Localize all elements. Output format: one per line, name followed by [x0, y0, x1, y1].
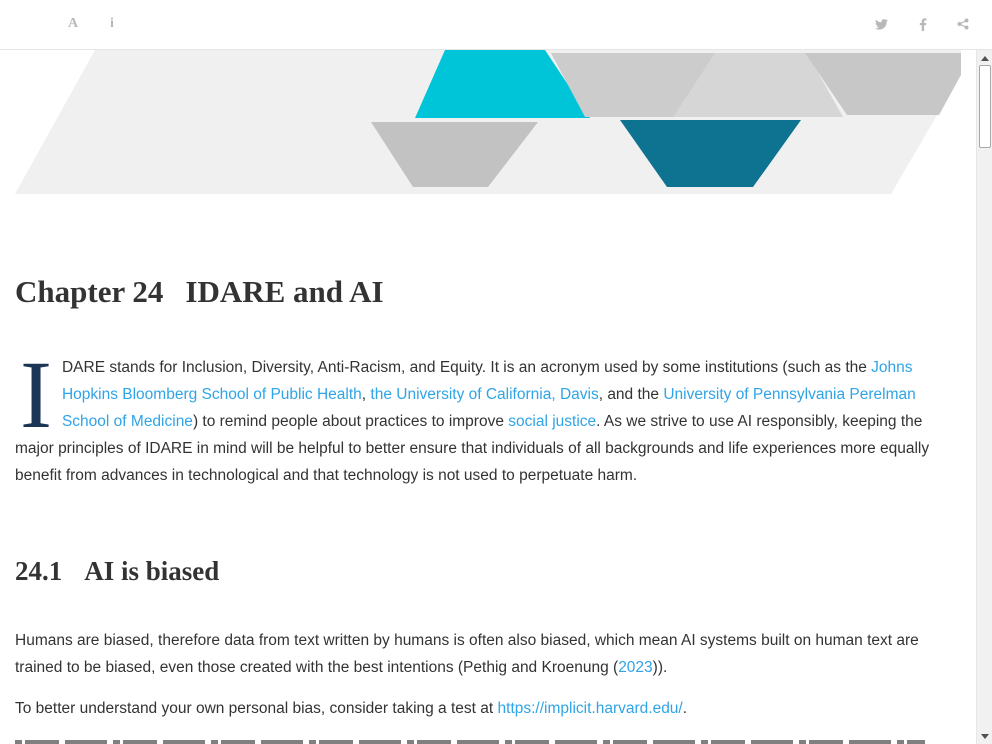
intro-sep-2: , and the	[598, 386, 664, 403]
info-button[interactable]: i	[100, 12, 124, 36]
link-uc-davis[interactable]: the University of California, Davis	[370, 386, 598, 403]
scroll-up-arrow-icon[interactable]	[977, 51, 992, 65]
link-implicit-harvard[interactable]: https://implicit.harvard.edu/	[498, 700, 683, 717]
bias-test-paragraph: To better understand your own personal b…	[15, 695, 955, 722]
dropcap-letter: I	[20, 341, 52, 448]
intro-paragraph: I DARE stands for Inclusion, Diversity, A…	[15, 341, 955, 489]
share-icon	[957, 18, 969, 30]
bias-text-2: )).	[652, 659, 668, 676]
chapter-banner-image	[15, 50, 961, 194]
facebook-share-button[interactable]	[911, 12, 935, 36]
book-content: Chapter 24 IDARE and AI I DARE stands for …	[15, 50, 961, 744]
section-number: 24.1	[15, 556, 63, 586]
scroll-down-arrow-icon[interactable]	[977, 729, 992, 743]
section-title-text: AI is biased	[84, 556, 220, 586]
facebook-icon	[919, 17, 927, 31]
font-settings-button[interactable]: A	[61, 12, 85, 36]
section-title: 24.1 AI is biased	[15, 556, 219, 587]
info-icon: i	[110, 16, 114, 31]
chapter-title-text: IDARE and AI	[185, 274, 384, 309]
chapter-title: Chapter 24 IDARE and AI	[15, 274, 384, 310]
intro-text-1: DARE stands for Inclusion, Diversity, An…	[61, 359, 872, 376]
twitter-icon	[874, 18, 888, 30]
bias-test-end: .	[682, 700, 688, 717]
vertical-scrollbar[interactable]	[976, 50, 992, 744]
cut-off-paragraph	[15, 736, 955, 744]
book-toolbar: A i	[0, 0, 992, 50]
share-button[interactable]	[951, 12, 975, 36]
intro-text-2: ) to remind people about practices to im…	[192, 413, 509, 430]
font-icon: A	[67, 16, 79, 31]
cut-off-text-line	[15, 740, 925, 744]
twitter-share-button[interactable]	[869, 12, 893, 36]
chapter-number: Chapter 24	[15, 274, 164, 309]
bias-text-1: Humans are biased, therefore data from t…	[15, 632, 919, 676]
scrollbar-thumb[interactable]	[979, 65, 991, 148]
citation-link-2023[interactable]: 2023	[618, 659, 652, 676]
link-social-justice[interactable]: social justice	[508, 413, 596, 430]
bias-test-text: To better understand your own personal b…	[15, 700, 498, 717]
bias-paragraph: Humans are biased, therefore data from t…	[15, 627, 955, 681]
